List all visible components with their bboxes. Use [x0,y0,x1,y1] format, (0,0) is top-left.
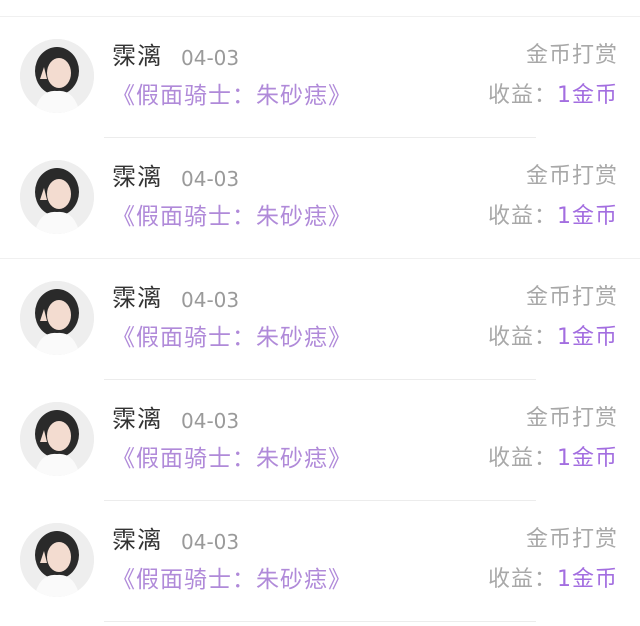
earnings: 收益：1金币 [488,444,618,474]
earnings-value: 1金币 [557,204,618,229]
list-item[interactable]: 霂漓 04-03 金币打赏 《假面骑士：朱砂痣》 收益：1金币 [0,380,640,500]
record-date: 04-03 [181,167,240,191]
reward-type: 金币打赏 [525,164,618,189]
user-name: 霂漓 [112,42,162,70]
avatar[interactable] [20,281,94,355]
earnings-label: 收益： [487,567,557,592]
avatar[interactable] [20,160,94,234]
reward-type: 金币打赏 [525,285,618,310]
record-date: 04-03 [181,409,240,433]
avatar-photo-icon [20,402,94,476]
reward-type: 金币打赏 [525,43,618,68]
list-item[interactable]: 霂漓 04-03 金币打赏 《假面骑士：朱砂痣》 收益：1金币 [0,138,640,258]
earnings-label: 收益： [487,446,557,471]
user-name: 霂漓 [112,284,162,312]
list-item[interactable]: 霂漓 04-03 金币打赏 《假面骑士：朱砂痣》 收益：1金币 [0,259,640,379]
record-date: 04-03 [181,46,240,70]
work-title-link[interactable]: 《假面骑士：朱砂痣》 [112,444,352,474]
earnings-label: 收益： [487,325,557,350]
avatar[interactable] [20,523,94,597]
work-title-link[interactable]: 《假面骑士：朱砂痣》 [112,565,352,595]
avatar[interactable] [20,402,94,476]
avatar-photo-icon [20,160,94,234]
earnings-value: 1金币 [557,83,618,108]
earnings-label: 收益： [487,83,557,108]
earnings: 收益：1金币 [488,323,618,353]
avatar[interactable] [20,39,94,113]
earnings: 收益：1金币 [488,202,618,232]
work-title-link[interactable]: 《假面骑士：朱砂痣》 [112,202,352,232]
user-name: 霂漓 [112,163,162,191]
avatar-photo-icon [20,281,94,355]
record-date: 04-03 [181,288,240,312]
user-name: 霂漓 [112,526,162,554]
earnings-label: 收益： [487,204,557,229]
reward-type: 金币打赏 [525,527,618,552]
work-title-link[interactable]: 《假面骑士：朱砂痣》 [112,323,352,353]
earnings: 收益：1金币 [488,81,618,111]
earnings-value: 1金币 [557,567,618,592]
user-name: 霂漓 [112,405,162,433]
list-item[interactable]: 霂漓 04-03 金币打赏 《假面骑士：朱砂痣》 收益：1金币 [0,17,640,137]
earnings: 收益：1金币 [488,565,618,595]
reward-record-list: 霂漓 04-03 金币打赏 《假面骑士：朱砂痣》 收益：1金币 霂漓 04-03… [0,0,640,626]
avatar-photo-icon [20,39,94,113]
work-title-link[interactable]: 《假面骑士：朱砂痣》 [112,81,352,111]
earnings-value: 1金币 [557,446,618,471]
row-divider [104,621,536,622]
avatar-photo-icon [20,523,94,597]
earnings-value: 1金币 [557,325,618,350]
list-item[interactable]: 霂漓 04-03 金币打赏 《假面骑士：朱砂痣》 收益：1金币 [0,501,640,621]
record-date: 04-03 [181,530,240,554]
reward-type: 金币打赏 [525,406,618,431]
